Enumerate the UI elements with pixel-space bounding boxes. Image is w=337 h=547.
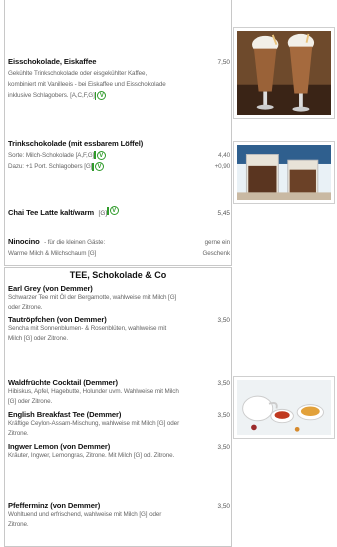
- item-desc-line: Milch [G] oder Zitrone.: [8, 335, 68, 342]
- iced-coffee-image: [237, 31, 331, 115]
- item-price: +0,90: [214, 163, 231, 171]
- item-price: 3,50: [217, 412, 230, 419]
- item-desc-line: Dazu: +1 Port. Schlagobers [G] V: [8, 161, 104, 172]
- menu-item-trinkschokolade: Trinkschokolade (mit essbarem Löffel) So…: [8, 139, 230, 172]
- item-desc-line: Kräftige Ceylon-Assam-Mischung, wahlweis…: [8, 420, 180, 427]
- item-name: Eisschokolade, Eiskaffee: [8, 57, 97, 66]
- item-name: Pfefferminz (von Demmer): [8, 501, 101, 510]
- tea-set-image: [237, 380, 331, 435]
- menu-item-tea: Tautröpfchen (von Demmer) 3,50 Sencha mit…: [8, 315, 230, 344]
- divider-bar: [94, 151, 96, 160]
- item-price: 3,50: [217, 317, 230, 324]
- item-price: 3,50: [217, 444, 230, 451]
- divider-bar: [92, 162, 94, 171]
- item-desc-line: kombiniert mit Vanilleeis - bei Eiskaffe…: [8, 81, 166, 89]
- item-name: Chai Tee Latte kalt/warm: [8, 208, 95, 217]
- iced-coffee-photo: [233, 27, 335, 119]
- item-name: Earl Grey (von Demmer): [8, 284, 93, 293]
- iced-drinks-panel: Eisschokolade, Eiskaffee 7,50 Gekühlte T…: [4, 0, 232, 266]
- item-price: 3,50: [217, 380, 230, 387]
- item-name: Tautröpfchen (von Demmer): [8, 315, 107, 324]
- divider-bar: [107, 206, 109, 215]
- item-price: 3,50: [217, 503, 230, 510]
- menu-item-ninocino: Ninocino - für die kleinen Gäste: gerne …: [8, 231, 230, 259]
- item-desc-line: Zitrone.: [8, 430, 29, 437]
- item-desc-line: Kräuter, Ingwer, Lemongras, Zitrone. Mit…: [8, 452, 175, 459]
- item-desc-line: Zitrone.: [8, 521, 29, 528]
- item-name: Ninocino: [8, 237, 40, 246]
- item-desc-line: Hibiskus, Apfel, Hagebutte, Holunder uvm…: [8, 388, 179, 395]
- section-title: TEE, Schokolade & Co: [69, 270, 167, 280]
- item-allergen: [G]: [98, 210, 108, 217]
- hot-chocolate-photo: [233, 141, 335, 204]
- item-desc-line: Wohltuend und erfrischend, wahlweise mit…: [8, 511, 162, 518]
- menu-item-tea: Pfefferminz (von Demmer) 3,50 Wohltuend u…: [8, 501, 230, 530]
- vegetarian-icon: V: [94, 162, 104, 172]
- item-name: Trinkschokolade (mit essbarem Löffel): [8, 139, 144, 148]
- item-desc-line: Gekühlte Trinkschokolade oder eisgekühlt…: [8, 70, 148, 77]
- item-note: Geschenk: [202, 250, 230, 257]
- item-price: 5,45: [217, 210, 230, 217]
- item-desc-line: oder Zitrone.: [8, 304, 43, 311]
- item-price: 7,50: [217, 59, 230, 66]
- vegetarian-icon: V: [97, 91, 107, 101]
- menu-page: Eisschokolade, Eiskaffee 7,50 Gekühlte T…: [0, 0, 337, 547]
- vegetarian-icon: V: [96, 150, 106, 160]
- item-name: Waldfrüchte Cocktail (Demmer): [8, 378, 118, 387]
- vegetarian-icon: V: [109, 206, 119, 216]
- menu-item-tea: Waldfrüchte Cocktail (Demmer) 3,50 Hibisk…: [8, 378, 230, 407]
- menu-item-tea: Earl Grey (von Demmer) Schwarzer Tee mit…: [8, 284, 230, 313]
- menu-item-tea: English Breakfast Tee (Demmer) 3,50 Kräft…: [8, 410, 230, 439]
- item-desc-line: [G] oder Zitrone.: [8, 398, 53, 405]
- item-desc-line: Schwarzer Tee mit Öl der Bergamotte, wah…: [8, 294, 177, 301]
- menu-item-eisschokolade: Eisschokolade, Eiskaffee 7,50 Gekühlte T…: [8, 57, 230, 102]
- tea-set-photo: [233, 376, 335, 439]
- tea-panel: TEE, Schokolade & Co Earl Grey (von Demm…: [4, 267, 232, 547]
- item-note: gerne ein: [204, 239, 230, 246]
- item-desc-line: Warme Milch & Milchschaum [G]: [8, 250, 97, 257]
- item-name: English Breakfast Tee (Demmer): [8, 410, 122, 419]
- menu-item-chai-latte: Chai Tee Latte kalt/warm [G] V 5,45: [8, 202, 230, 220]
- item-desc-line: Sorte: Milch-Schokolade [A,F,G] V: [8, 150, 106, 161]
- item-price: 4,40: [218, 152, 230, 159]
- divider-bar: [94, 91, 97, 100]
- menu-item-tea: Ingwer Lemon (von Demmer) 3,50 Kräuter, I…: [8, 442, 230, 461]
- item-name: Ingwer Lemon (von Demmer): [8, 442, 111, 451]
- item-desc-line: Sencha mit Sonnenblumen- & Rosenblüten, …: [8, 325, 167, 332]
- item-desc-line: inklusive Schlagobers. [A,C,F,G] V: [8, 90, 230, 101]
- hot-chocolate-image: [237, 145, 331, 200]
